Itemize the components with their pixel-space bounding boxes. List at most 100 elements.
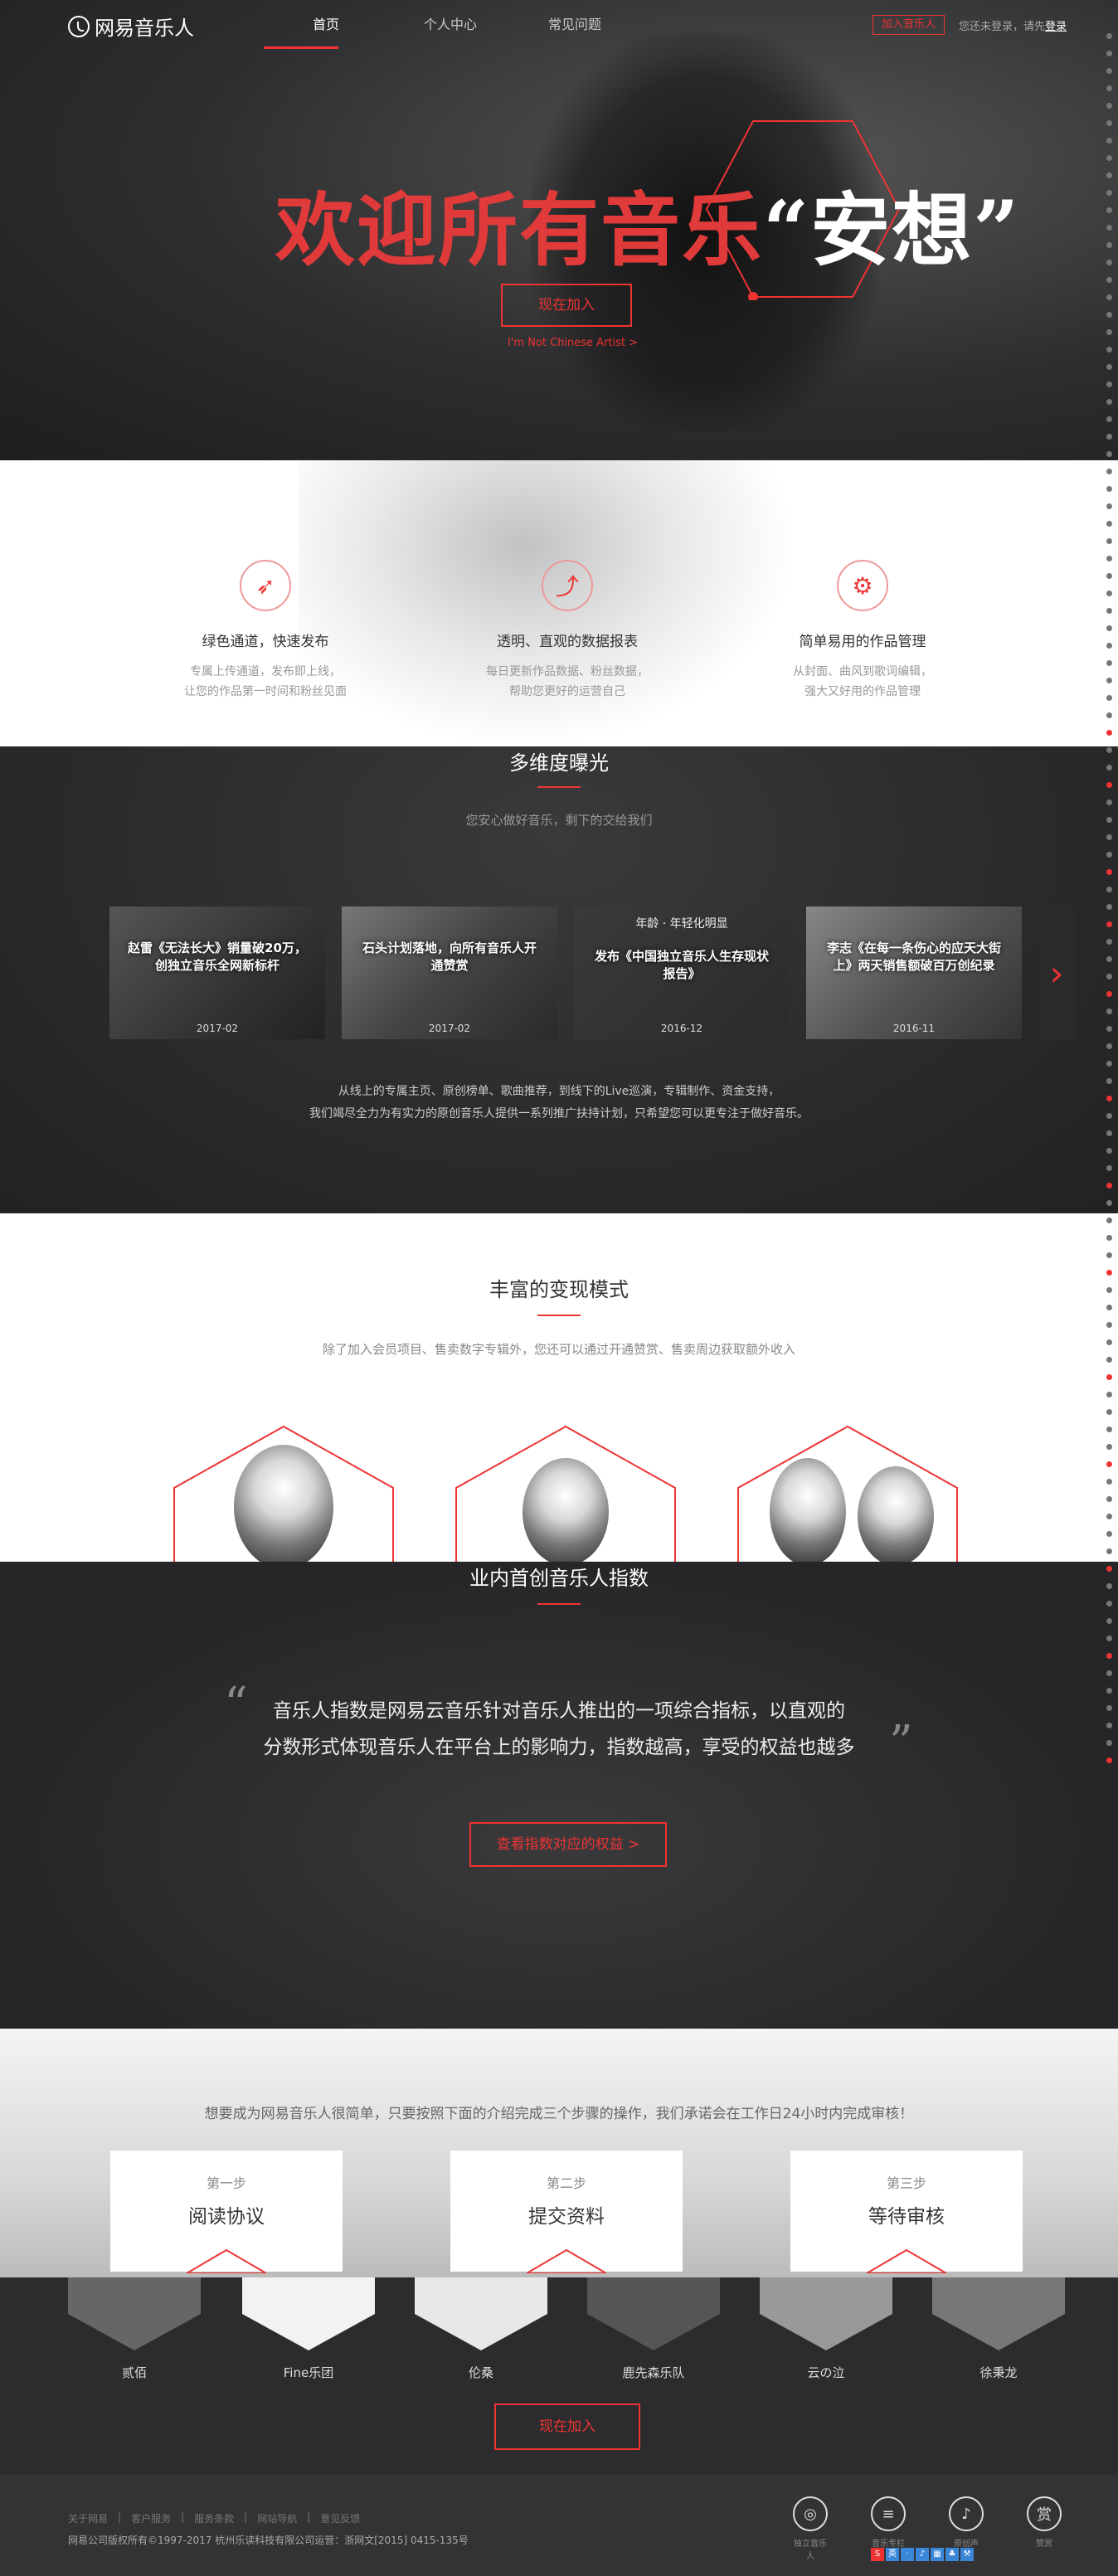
index-title: 业内首创音乐人指数 <box>469 1567 649 1590</box>
artist-name: 鹿先森乐队 <box>622 2365 685 2380</box>
hero-title-white: “安想” <box>763 183 1021 277</box>
monetize-subtitle: 除了加入会员项目、售卖数字专辑外，您还可以通过开通赞赏、售卖周边获取额外收入 <box>322 1342 795 1357</box>
news-card-date: 2017-02 <box>196 1023 239 1034</box>
top-nav-bar: 网易音乐人 首页 个人中心 常见问题 加入音乐人 您还未登录，请先登录 <box>0 0 1118 50</box>
header-join-button[interactable]: 加入音乐人 <box>873 15 945 35</box>
news-card[interactable]: 李志《在每一条伤心的应天大街上》两天销售额破百万创纪录 2016-11 <box>806 906 1022 1039</box>
footer-link[interactable]: 意见反馈 <box>320 2511 360 2525</box>
step-hexagon-tip <box>527 2248 606 2273</box>
view-benefits-button[interactable]: 查看指数对应的权益 > <box>469 1822 667 1867</box>
news-card-top-label: 年龄 · 年轻化明显 <box>635 917 728 931</box>
ime-skin-icon[interactable]: ♣ <box>945 2548 959 2561</box>
right-scroll-dots <box>1106 33 1115 1775</box>
artist-photo <box>770 1458 846 1562</box>
step-hexagon-tip <box>187 2248 266 2273</box>
news-card-text: 李志《在每一条伤心的应天大街上》两天销售额破百万创纪录 <box>826 940 1001 973</box>
exposure-subtitle: 您安心做好音乐，剩下的交给我们 <box>465 813 653 828</box>
news-card-date: 2016-11 <box>892 1023 936 1034</box>
main-nav: 首页 个人中心 常见问题 <box>264 0 637 50</box>
footer-app-item[interactable]: 赏赞赏 <box>1027 2496 1062 2561</box>
artist-item[interactable]: 徐秉龙 <box>932 2277 1065 2381</box>
title-underline <box>537 1315 581 1316</box>
artist-name: 贰佰 <box>121 2365 147 2380</box>
artist-hexagon-thumb <box>68 2277 201 2350</box>
news-card-text: 石头计划落地，向所有音乐人开通赞赏 <box>362 940 537 973</box>
artist-hexagon-thumb <box>760 2277 892 2350</box>
news-card[interactable]: 赵雷《无法长大》销量破20万，创独立音乐全网新标杆 2017-02 <box>109 906 325 1039</box>
mic-icon: ♪ <box>949 2496 984 2531</box>
step-number: 第一步 <box>206 2175 246 2191</box>
footer-link[interactable]: 关于网易 <box>68 2511 108 2525</box>
list-icon: ≡ <box>871 2496 906 2531</box>
footer: 关于网易 | 客户服务 | 服务条款 | 网站导航 | 意见反馈 网易公司版权所有©19… <box>0 2475 1118 2576</box>
artist-name: 伦桑 <box>468 2365 493 2380</box>
sliders-icon: ⚙ <box>837 560 888 611</box>
artist-item[interactable]: 伦桑 <box>415 2277 547 2381</box>
step-card[interactable]: 第一步 阅读协议 <box>110 2151 343 2273</box>
title-underline <box>537 786 581 788</box>
ime-tools-icon[interactable]: ⚒ <box>960 2548 974 2561</box>
artist-photo <box>234 1445 333 1562</box>
artist-name: 徐秉龙 <box>979 2365 1018 2380</box>
monetize-section: 丰富的变现模式 除了加入会员项目、售卖数字专辑外，您还可以通过开通赞赏、售卖周边… <box>0 1213 1118 1562</box>
step-title: 阅读协议 <box>188 2206 265 2228</box>
hero-not-chinese-link[interactable]: I'm Not Chinese Artist > <box>508 337 638 349</box>
reward-icon: 赏 <box>1027 2496 1062 2531</box>
artist-photo <box>858 1466 934 1562</box>
ime-punct-icon[interactable]: · <box>901 2548 914 2561</box>
artist-item[interactable]: 鹿先森乐队 <box>587 2277 720 2381</box>
feature-item: ⚙ 简单易用的作品管理 从封面、曲风到歌词编辑， 强大又好用的作品管理 <box>755 560 970 702</box>
artist-hexagon <box>173 1425 395 1562</box>
exposure-title: 多维度曝光 <box>509 751 609 775</box>
feature-title: 简单易用的作品管理 <box>799 634 926 650</box>
featured-artists-section: 贰佰 Fine乐团 伦桑 鹿先森乐队 云の泣 徐秉龙 现在加入 <box>0 2277 1118 2475</box>
monetize-title: 丰富的变现模式 <box>489 1278 629 1301</box>
news-card[interactable]: 年龄 · 年轻化明显 发布《中国独立音乐人生存现状报告》 2016-12 <box>574 906 790 1039</box>
feature-title: 绿色通道，快速发布 <box>202 634 329 650</box>
news-card[interactable]: 石头计划落地，向所有音乐人开通赞赏 2017-02 <box>342 906 557 1039</box>
footer-links: 关于网易 | 客户服务 | 服务条款 | 网站导航 | 意见反馈 <box>68 2511 361 2525</box>
logo-text: 网易音乐人 <box>95 17 194 40</box>
news-card-text: 赵雷《无法长大》销量破20万，创独立音乐全网新标杆 <box>128 940 307 973</box>
feature-desc: 专属上传通道，发布即上线， 让您的作品第一时间和粉丝见面 <box>184 665 347 698</box>
ime-lang-icon[interactable]: 英 <box>886 2548 899 2561</box>
rocket-icon: ➶ <box>240 560 291 611</box>
exposure-description: 从线上的专属主页、原创榜单、歌曲推荐，到线下的Live巡演，专辑制作、资金支持，… <box>309 1085 809 1120</box>
logo[interactable]: 网易音乐人 <box>68 12 194 41</box>
nav-faq[interactable]: 常见问题 <box>513 0 637 50</box>
feature-title: 透明、直观的数据报表 <box>497 634 638 650</box>
news-card-date: 2016-12 <box>660 1023 703 1034</box>
nav-personal-center[interactable]: 个人中心 <box>388 0 513 50</box>
step-title: 等待审核 <box>868 2206 945 2228</box>
artist-item[interactable]: Fine乐团 <box>242 2277 375 2381</box>
artist-item[interactable]: 贰佰 <box>68 2277 201 2381</box>
steps-subtitle: 想要成为网易音乐人很简单，只要按照下面的介绍完成三个步骤的操作，我们承诺会在工作… <box>204 2106 914 2122</box>
join-now-button[interactable]: 现在加入 <box>494 2403 640 2450</box>
footer-link[interactable]: 网站导航 <box>257 2511 297 2525</box>
join-steps-section: 想要成为网易音乐人很简单，只要按照下面的介绍完成三个步骤的操作，我们承诺会在工作… <box>0 2029 1118 2277</box>
music-note-logo-icon <box>68 15 90 37</box>
step-number: 第二步 <box>546 2175 586 2191</box>
close-quote-icon: ” <box>889 1716 913 1770</box>
footer-app-item[interactable]: ◎ 独立音乐人 <box>793 2496 828 2561</box>
ime-mic-icon[interactable]: ♪ <box>916 2548 929 2561</box>
nav-home[interactable]: 首页 <box>264 0 388 50</box>
hero-title-red: 欢迎所有音乐 <box>275 183 763 277</box>
step-card[interactable]: 第二步 提交资料 <box>450 2151 683 2273</box>
artist-name: Fine乐团 <box>283 2365 334 2380</box>
footer-copyright: 网易公司版权所有©1997-2017 杭州乐读科技有限公司运营：浙网文[2015… <box>68 2535 469 2546</box>
login-link[interactable]: 登录 <box>1045 21 1067 33</box>
step-card[interactable]: 第三步 等待审核 <box>790 2151 1023 2273</box>
hero-join-button[interactable]: 现在加入 <box>501 284 632 327</box>
hero-section: 欢迎所有音乐“安想” 现在加入 I'm Not Chinese Artist > <box>0 0 1118 460</box>
ime-logo-icon: S <box>871 2548 884 2561</box>
step-title: 提交资料 <box>528 2206 605 2228</box>
artist-hexagon <box>454 1425 677 1562</box>
step-number: 第三步 <box>886 2175 926 2191</box>
ime-keyboard-icon[interactable]: ▦ <box>931 2548 944 2561</box>
carousel-next-arrow-icon[interactable]: › <box>1038 906 1075 1039</box>
footer-link[interactable]: 客户服务 <box>131 2511 171 2525</box>
feature-desc: 从封面、曲风到歌词编辑， 强大又好用的作品管理 <box>793 665 932 698</box>
artist-item[interactable]: 云の泣 <box>760 2277 892 2381</box>
footer-link[interactable]: 服务条款 <box>194 2511 234 2525</box>
